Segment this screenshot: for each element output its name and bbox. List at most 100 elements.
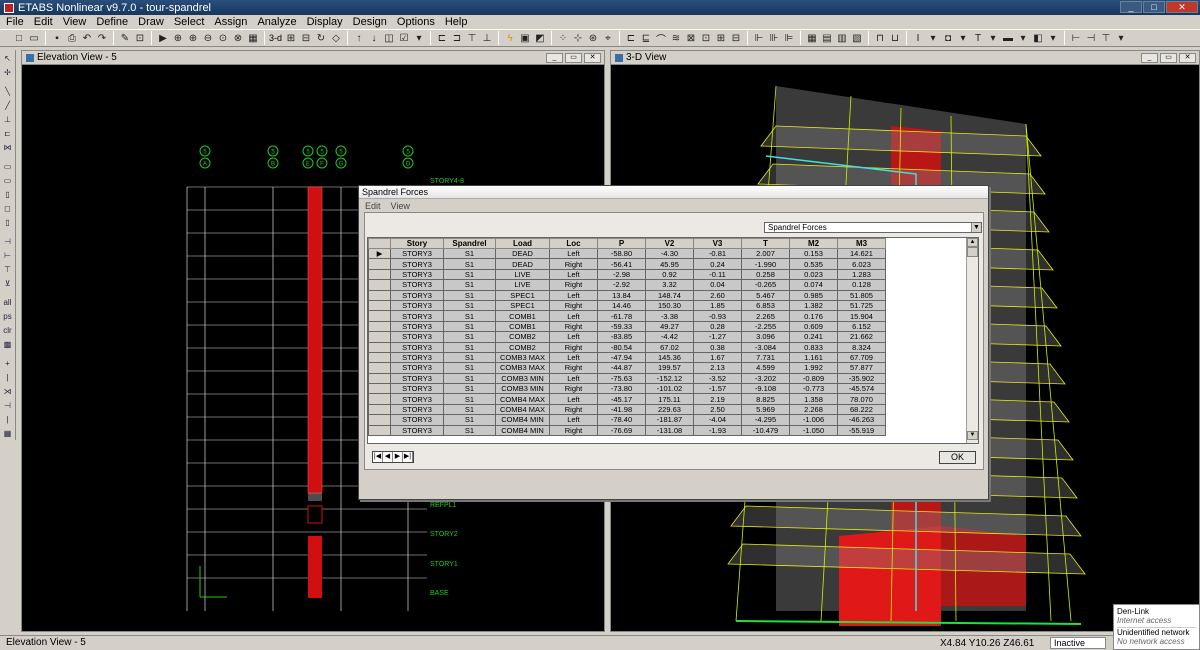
table-cell[interactable]: -0.809 — [789, 372, 838, 385]
column-header-m3[interactable]: M3 — [837, 238, 886, 249]
table-cell[interactable]: 2.60 — [693, 289, 742, 301]
panel-restore-button[interactable]: ▭ — [565, 53, 582, 63]
table-cell[interactable]: STORY3 — [390, 331, 444, 343]
table-cell[interactable]: -41.98 — [597, 403, 646, 416]
table-cell[interactable]: -1.990 — [741, 258, 790, 270]
table-cell[interactable]: -80.54 — [597, 341, 646, 353]
table-cell[interactable]: Left — [549, 310, 598, 322]
measure-dropdown-icon[interactable]: ▾ — [1114, 31, 1128, 45]
column-header-v2[interactable]: V2 — [645, 238, 694, 249]
table-row[interactable]: STORY3 S1 COMB4 MAX Left -45.17 175.11 2.19 8.8… — [368, 393, 886, 405]
table-cell[interactable]: STORY3 — [390, 362, 444, 374]
table-cell[interactable]: 8.324 — [837, 341, 886, 353]
table-cell[interactable]: S1 — [443, 268, 496, 281]
table-cell[interactable]: 6.023 — [837, 258, 886, 270]
show-curves-icon[interactable]: ⊞ — [714, 31, 728, 45]
row-header[interactable] — [368, 331, 391, 343]
draw-brace-icon[interactable]: ⊐ — [450, 31, 464, 45]
wall-icon[interactable]: ⊔ — [888, 31, 902, 45]
table-cell[interactable]: -131.08 — [645, 424, 694, 437]
table-cell[interactable]: -3.52 — [693, 372, 742, 385]
reshape-icon[interactable]: ✢ — [1, 66, 14, 79]
pencil-icon[interactable]: ✎ — [118, 31, 132, 45]
table-cell[interactable]: COMB3 MIN — [495, 383, 550, 395]
table-cell[interactable]: STORY3 — [390, 341, 444, 353]
table-cell[interactable]: -0.11 — [693, 268, 742, 281]
table-row[interactable]: STORY3 S1 COMB1 Right -59.33 49.27 0.28 -2.255 0… — [368, 320, 886, 333]
panel-close-button[interactable]: ✕ — [584, 53, 601, 63]
snap-left-4-icon[interactable]: ⊣ — [1, 399, 14, 412]
table-cell[interactable]: S1 — [443, 289, 496, 301]
table-cell[interactable]: STORY3 — [390, 393, 444, 405]
table-cell[interactable]: -75.63 — [597, 372, 646, 385]
snap-left-icon[interactable]: + — [1, 357, 14, 370]
table-cell[interactable]: DEAD — [495, 247, 550, 260]
table-cell[interactable]: -1.006 — [789, 414, 838, 426]
table-cell[interactable]: S1 — [443, 424, 496, 437]
snap-point-icon[interactable]: ⁘ — [556, 31, 570, 45]
row-header[interactable] — [368, 362, 391, 374]
menu-options[interactable]: Options — [397, 16, 435, 28]
table-cell[interactable]: SPEC1 — [495, 299, 550, 312]
table-cell[interactable]: 6.853 — [741, 299, 790, 312]
new-file-icon[interactable]: □ — [12, 31, 26, 45]
tools-icon[interactable]: ◘ — [941, 31, 955, 45]
scroll-up-icon[interactable]: ▲ — [967, 238, 978, 247]
table-cell[interactable]: 148.74 — [645, 289, 694, 301]
menu-define[interactable]: Define — [96, 16, 128, 28]
table-cell[interactable]: DEAD — [495, 258, 550, 270]
box-dropdown-icon[interactable]: ▾ — [1046, 31, 1060, 45]
draw-line-icon[interactable]: ╲ — [1, 85, 14, 98]
area-icon[interactable]: ◩ — [533, 31, 547, 45]
grid-4-icon[interactable]: ▧ — [850, 31, 864, 45]
table-cell[interactable]: COMB3 MAX — [495, 362, 550, 374]
table-cell[interactable]: -55.919 — [837, 424, 886, 437]
maximize-button[interactable]: □ — [1143, 1, 1165, 13]
last-record-icon[interactable]: ▶| — [403, 452, 413, 462]
design-steel-icon[interactable]: ⊩ — [752, 31, 766, 45]
table-cell[interactable]: STORY3 — [390, 299, 444, 312]
table-row[interactable]: STORY3 S1 COMB4 MAX Right -41.98 229.63 2.50 5.… — [368, 403, 886, 416]
table-cell[interactable]: 7.731 — [741, 351, 790, 364]
table-cell[interactable]: -2.255 — [741, 320, 790, 333]
table-cell[interactable]: 6.152 — [837, 320, 886, 333]
grid-3-icon[interactable]: ▥ — [835, 31, 849, 45]
table-cell[interactable]: 0.128 — [837, 279, 886, 291]
column-header-t[interactable]: T — [741, 238, 790, 249]
table-cell[interactable]: 1.382 — [789, 299, 838, 312]
table-cell[interactable]: 68.222 — [837, 403, 886, 416]
table-cell[interactable]: 0.609 — [789, 320, 838, 333]
table-cell[interactable]: 0.258 — [741, 268, 790, 281]
table-row[interactable]: STORY3 S1 COMB3 MIN Right -73.80 -101.02 -1.57… — [368, 383, 886, 395]
select-prev-icon[interactable]: ps — [1, 310, 14, 323]
table-cell[interactable]: -58.80 — [597, 247, 646, 260]
table-cell[interactable]: COMB3 MAX — [495, 351, 550, 364]
table-cell[interactable]: STORY3 — [390, 247, 444, 260]
table-cell[interactable]: -45.17 — [597, 393, 646, 405]
draw-dim-2-icon[interactable]: ⊢ — [1, 249, 14, 262]
table-cell[interactable]: 0.241 — [789, 331, 838, 343]
menu-draw[interactable]: Draw — [138, 16, 164, 28]
show-forces-icon[interactable]: ⊠ — [684, 31, 698, 45]
table-cell[interactable]: Right — [549, 279, 598, 291]
table-cell[interactable]: -0.773 — [789, 383, 838, 395]
table-cell[interactable]: S1 — [443, 331, 496, 343]
table-cell[interactable]: S1 — [443, 351, 496, 364]
table-cell[interactable]: STORY3 — [390, 258, 444, 270]
table-cell[interactable]: 0.176 — [789, 310, 838, 322]
menu-select[interactable]: Select — [174, 16, 205, 28]
table-cell[interactable]: 3.096 — [741, 331, 790, 343]
draw-link-icon[interactable]: ⊤ — [1, 263, 14, 276]
table-cell[interactable]: 14.621 — [837, 247, 886, 260]
table-cell[interactable]: STORY3 — [390, 289, 444, 301]
table-cell[interactable]: -3.38 — [645, 310, 694, 322]
table-selector-dropdown[interactable]: Spandrel Forces ▼ — [764, 222, 982, 233]
table-cell[interactable]: -73.80 — [597, 383, 646, 395]
table-cell[interactable]: -4.42 — [645, 331, 694, 343]
print-icon[interactable]: ⎙ — [65, 31, 79, 45]
table-cell[interactable]: Left — [549, 414, 598, 426]
spandrel-forces-table[interactable]: Story Spandrel Load Loc P V2 V3 T M2 M3 ▶ STORY3 S1… — [367, 237, 979, 444]
table-cell[interactable]: 0.92 — [645, 268, 694, 281]
tools-dropdown-icon[interactable]: ▾ — [956, 31, 970, 45]
rotate-icon[interactable]: ↻ — [314, 31, 328, 45]
